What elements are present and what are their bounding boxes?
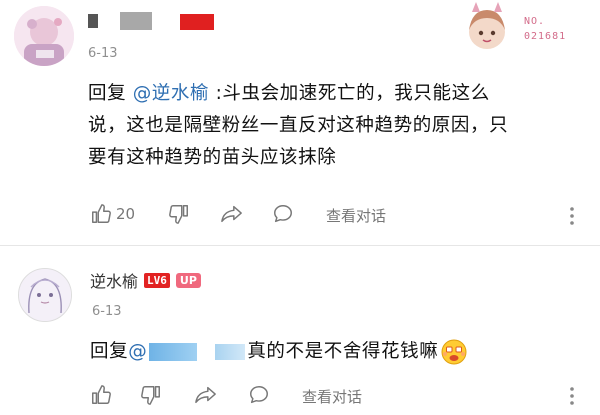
comment-bubble-icon	[250, 386, 268, 404]
reply-prefix: 回复	[90, 341, 129, 362]
like-count: 20	[116, 205, 136, 223]
comment-header: 逆水榆 LV6 UP	[90, 268, 201, 292]
more-vertical-icon	[570, 387, 574, 405]
share-icon	[221, 205, 242, 223]
mention-blurred	[215, 344, 246, 360]
mention-link[interactable]: @逆水榆	[133, 83, 209, 104]
view-replies-link[interactable]: 查看对话	[302, 386, 362, 407]
comment-divider	[0, 245, 600, 246]
reply-button[interactable]	[248, 384, 270, 406]
mention-link[interactable]: @	[128, 336, 147, 368]
share-button[interactable]	[220, 203, 244, 225]
up-badge: UP	[175, 272, 201, 288]
more-vertical-icon	[570, 207, 574, 225]
fan-badge[interactable]: NO. 021681	[458, 2, 590, 54]
username-blurred	[180, 14, 214, 30]
comment-time: 6-13	[92, 304, 122, 319]
share-icon	[195, 386, 216, 404]
comment-time: 6-13	[88, 46, 118, 61]
like-button[interactable]: 20	[90, 203, 135, 225]
view-replies-link[interactable]: 查看对话	[326, 205, 386, 226]
avatar-image	[19, 269, 71, 321]
avatar-image	[14, 6, 74, 66]
level-badge: LV6	[144, 272, 170, 288]
fan-badge-character-icon	[469, 2, 505, 49]
username-blurred[interactable]	[88, 14, 98, 28]
avatar[interactable]	[18, 268, 72, 322]
comment-content: 回复 @逆水榆 :斗虫会加速死亡的，我只能这么 说，这也是隔壁粉丝一直反对这种趋…	[88, 78, 588, 174]
username[interactable]: 逆水榆	[90, 268, 138, 292]
share-button[interactable]	[194, 384, 218, 406]
more-options-button[interactable]	[568, 386, 576, 406]
money-face-emoji-icon	[441, 339, 467, 365]
comment-text-line: :斗虫会加速死亡的，我只能这么	[209, 83, 490, 104]
mention-blurred	[149, 343, 198, 361]
comment-text-line: 说，这也是隔壁粉丝一直反对这种趋势的原因，只	[88, 115, 509, 136]
fan-badge-no: NO.	[524, 16, 546, 27]
dislike-button[interactable]	[168, 203, 190, 225]
avatar[interactable]	[14, 6, 74, 66]
more-options-button[interactable]	[568, 206, 576, 226]
like-button[interactable]	[90, 384, 112, 406]
thumbs-up-icon	[92, 204, 111, 223]
reply-prefix: 回复	[88, 83, 133, 104]
comment-text-line: 要有这种趋势的苗头应该抹除	[88, 147, 337, 168]
username-blurred	[120, 12, 152, 30]
dislike-button[interactable]	[140, 384, 162, 406]
comment-content: 回复 @ 真的不是不舍得花钱嘛	[90, 336, 590, 368]
comment-text: 真的不是不舍得花钱嘛	[247, 341, 439, 362]
reply-button[interactable]	[272, 203, 294, 225]
thumbs-up-icon	[92, 385, 111, 404]
thumbs-down-icon	[169, 205, 188, 224]
fan-badge-number: 021681	[524, 31, 567, 42]
comment-bubble-icon	[274, 205, 292, 223]
thumbs-down-icon	[141, 386, 160, 405]
